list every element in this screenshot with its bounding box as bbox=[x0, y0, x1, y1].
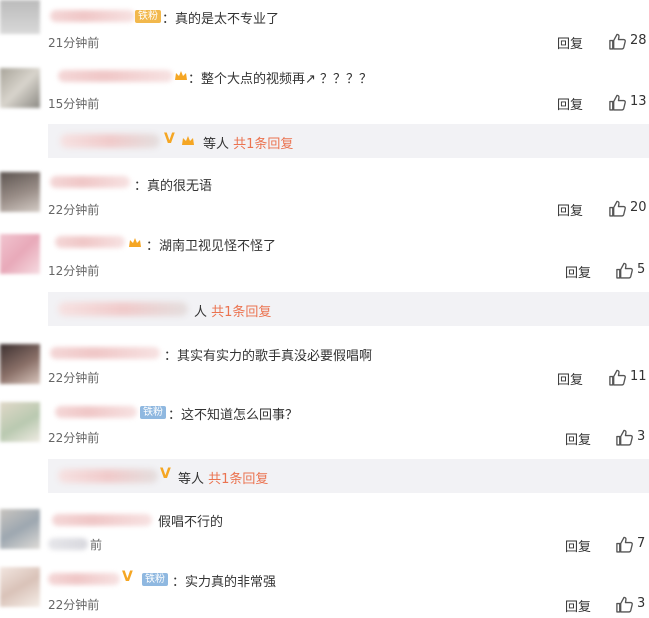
username-blurred[interactable] bbox=[52, 514, 152, 526]
avatar[interactable] bbox=[0, 234, 40, 274]
avatar[interactable] bbox=[0, 0, 40, 34]
comment-2: ：整个大点的视频再↗ ？？？？ 15分钟前 回复 13 bbox=[0, 62, 649, 118]
comment-time: 22分钟前 bbox=[48, 431, 100, 445]
avatar[interactable] bbox=[0, 567, 40, 607]
comment-time: 21分钟前 bbox=[48, 36, 100, 50]
crown-icon bbox=[129, 238, 141, 247]
comment-text: ：这不知道怎么回事？ bbox=[168, 408, 299, 423]
verified-v-icon: V bbox=[122, 569, 133, 585]
reply-thread-text: 等人 共1条回复 bbox=[203, 133, 293, 152]
reply-thread-prefix: 人 bbox=[194, 305, 208, 320]
reply-thread-prefix: 等人 bbox=[203, 137, 230, 152]
comment-time: 12分钟前 bbox=[48, 264, 100, 278]
replier-names-blurred bbox=[58, 469, 158, 483]
reply-button[interactable]: 回复 bbox=[557, 369, 583, 388]
like-count: 3 bbox=[637, 596, 646, 611]
like-count: 20 bbox=[630, 200, 647, 215]
reply-thread-prefix: 等人 bbox=[178, 472, 205, 487]
reply-button[interactable]: 回复 bbox=[565, 429, 591, 448]
thumbs-up-icon[interactable] bbox=[615, 535, 634, 554]
comment-text: ：真的是太不专业了 bbox=[162, 12, 280, 27]
thumbs-up-icon[interactable] bbox=[615, 428, 634, 447]
comment-text: 假唱不行的 bbox=[158, 515, 224, 530]
reply-button[interactable]: 回复 bbox=[565, 596, 591, 615]
view-replies-link[interactable]: 共1条回复 bbox=[211, 305, 271, 320]
avatar[interactable] bbox=[0, 509, 40, 549]
thumbs-up-icon[interactable] bbox=[608, 32, 627, 51]
comment-text: ：其实有实力的歌手真没必要假唱啊 bbox=[164, 349, 373, 364]
comment-8: V 铁粉 ：实力真的非常强 22分钟前 回复 3 bbox=[0, 565, 649, 618]
avatar[interactable] bbox=[0, 344, 40, 384]
username-blurred[interactable] bbox=[50, 176, 130, 188]
thumbs-up-icon[interactable] bbox=[608, 93, 627, 112]
comment-time: 15分钟前 bbox=[48, 97, 100, 111]
comment-text: ：湖南卫视见怪不怪了 bbox=[146, 239, 277, 254]
avatar[interactable] bbox=[0, 402, 40, 442]
replier-names-blurred bbox=[60, 134, 160, 148]
thumbs-up-icon[interactable] bbox=[608, 368, 627, 387]
thumbs-up-icon[interactable] bbox=[608, 199, 627, 218]
comment-text: ：实力真的非常强 bbox=[172, 575, 277, 590]
like-count: 11 bbox=[630, 369, 647, 384]
comment-4: ：湖南卫视见怪不怪了 12分钟前 回复 5 bbox=[0, 228, 649, 284]
like-count: 5 bbox=[637, 262, 646, 277]
thumbs-up-icon[interactable] bbox=[615, 595, 634, 614]
username-blurred[interactable] bbox=[55, 406, 137, 418]
thumbs-up-icon[interactable] bbox=[615, 261, 634, 280]
username-blurred[interactable] bbox=[55, 236, 125, 248]
view-replies-link[interactable]: 共1条回复 bbox=[233, 137, 293, 152]
comment-text: ：整个大点的视频再↗ ？？？？ bbox=[188, 72, 373, 87]
comment-text: ：真的很无语 bbox=[134, 179, 213, 194]
timestamp-blurred bbox=[48, 538, 88, 550]
crown-icon bbox=[175, 71, 187, 80]
verified-v-icon: V bbox=[164, 131, 175, 147]
fan-badge: 铁粉 bbox=[135, 10, 161, 23]
comment-5: ：其实有实力的歌手真没必要假唱啊 22分钟前 回复 11 bbox=[0, 338, 649, 394]
reply-thread-text: 人 共1条回复 bbox=[194, 301, 271, 320]
like-count: 7 bbox=[637, 536, 646, 551]
fan-badge: 铁粉 bbox=[142, 573, 168, 586]
like-count: 3 bbox=[637, 429, 646, 444]
reply-button[interactable]: 回复 bbox=[565, 536, 591, 555]
avatar[interactable] bbox=[0, 172, 40, 212]
like-count: 28 bbox=[630, 33, 647, 48]
like-count: 13 bbox=[630, 94, 647, 109]
view-replies-link[interactable]: 共1条回复 bbox=[208, 472, 268, 487]
username-blurred[interactable] bbox=[50, 10, 135, 22]
reply-button[interactable]: 回复 bbox=[557, 94, 583, 113]
username-blurred[interactable] bbox=[50, 347, 160, 359]
comment-3: ：真的很无语 22分钟前 回复 20 bbox=[0, 166, 649, 222]
fan-badge: 铁粉 bbox=[140, 406, 166, 419]
comment-1: 铁粉 ：真的是太不专业了 21分钟前 回复 28 bbox=[0, 0, 649, 58]
comment-time: 22分钟前 bbox=[48, 598, 100, 612]
comment-time: 22分钟前 bbox=[48, 371, 100, 385]
avatar[interactable] bbox=[0, 68, 40, 108]
reply-button[interactable]: 回复 bbox=[557, 33, 583, 52]
reply-button[interactable]: 回复 bbox=[565, 262, 591, 281]
verified-v-icon: V bbox=[160, 466, 171, 482]
username-blurred[interactable] bbox=[48, 573, 120, 585]
comment-7: 假唱不行的 前 回复 7 bbox=[0, 505, 649, 561]
comment-time: 前 bbox=[90, 538, 103, 552]
comment-6: 铁粉 ：这不知道怎么回事？ 22分钟前 回复 3 bbox=[0, 398, 649, 454]
reply-thread-text: 等人 共1条回复 bbox=[178, 468, 268, 487]
replier-names-blurred bbox=[58, 302, 188, 316]
comment-time: 22分钟前 bbox=[48, 203, 100, 217]
reply-thread-summary[interactable]: 人 共1条回复 bbox=[48, 292, 649, 326]
crown-icon bbox=[182, 136, 194, 145]
reply-thread-summary[interactable]: V 等人 共1条回复 bbox=[48, 459, 649, 493]
username-blurred[interactable] bbox=[58, 70, 173, 82]
reply-thread-summary[interactable]: V 等人 共1条回复 bbox=[48, 124, 649, 158]
reply-button[interactable]: 回复 bbox=[557, 200, 583, 219]
